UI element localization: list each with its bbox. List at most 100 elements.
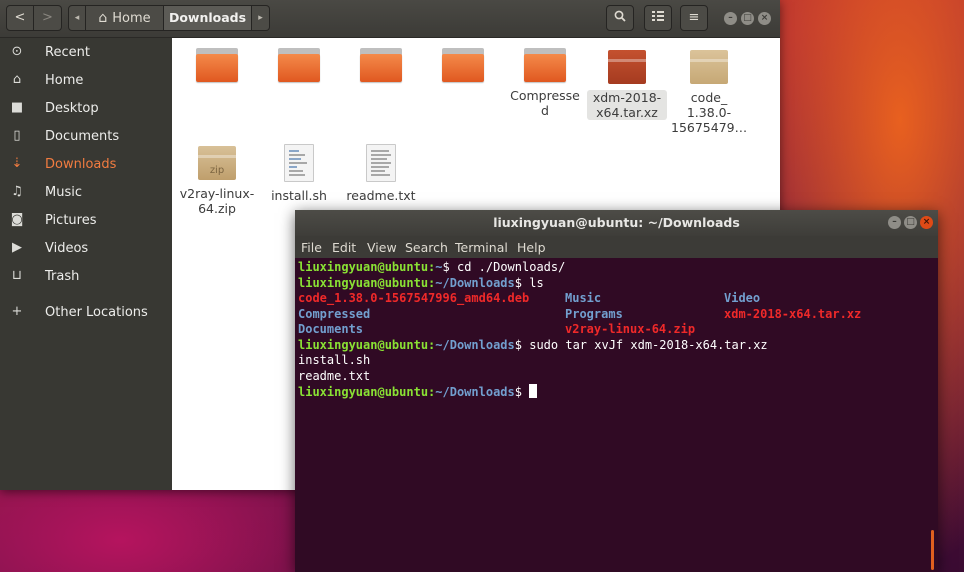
ls-entry: code_1.38.0-1567547996_amd64.deb — [298, 291, 530, 305]
ls-entry: xdm-2018-x64.tar.xz — [724, 306, 862, 321]
file-name: install.sh — [271, 188, 327, 203]
sidebar-item-label: Music — [45, 185, 82, 200]
file-item[interactable]: readme.txt — [341, 144, 421, 203]
prompt-command — [522, 385, 529, 399]
terminal-prompt-line: liuxingyuan@ubuntu:~/Downloads$ ls — [298, 276, 544, 292]
file-name: v2ray-linux- 64.zip — [179, 186, 255, 216]
prompt-dollar: $ — [442, 260, 450, 274]
prompt-command: cd ./Downloads/ — [449, 260, 566, 274]
places-sidebar: ⊙ Recent ⌂ Home ■ Desktop ▯ Documents ⇣ Downloads… — [0, 38, 172, 490]
file-item[interactable]: xdm-2018- x64.tar.xz — [587, 48, 667, 120]
sidebar-item-documents[interactable]: ▯ Documents — [0, 124, 172, 150]
terminal-menu-edit[interactable]: Edit — [332, 240, 356, 255]
sidebar-item-downloads[interactable]: ⇣ Downloads — [0, 152, 172, 178]
home-icon: ⌂ — [98, 10, 108, 26]
file-item[interactable]: code_ 1.38.0- 15675479… — [669, 48, 749, 135]
search-icon — [614, 10, 626, 25]
terminal-title: liuxingyuan@ubuntu: ~/Downloads – □ × — [295, 210, 938, 236]
minimize-button[interactable]: – — [724, 12, 737, 25]
prompt-dollar: $ — [514, 385, 522, 399]
trash-icon: ⊔ — [11, 268, 23, 283]
terminal-output[interactable]: liuxingyuan@ubuntu:~$ cd ./Downloads/liu… — [298, 260, 928, 570]
file-item[interactable] — [177, 48, 257, 88]
sidebar-item-label: Home — [45, 73, 84, 88]
prompt-command: sudo tar xvJf xdm-2018-x64.tar.xz — [522, 337, 768, 352]
file-manager-header: < > ◂ ⌂ Home Downloads ▸ ≡ – □ × — [0, 0, 780, 38]
camera-icon: ◙ — [10, 212, 24, 227]
view-options-button[interactable] — [644, 5, 672, 31]
path-current-button[interactable]: Downloads — [164, 5, 252, 31]
terminal-title-text: liuxingyuan@ubuntu: ~/Downloads — [493, 215, 740, 230]
ls-entry: Documents — [298, 322, 364, 336]
list-view-icon — [652, 11, 664, 24]
sidebar-item-music[interactable]: ♫ Music — [0, 180, 172, 206]
file-item[interactable] — [259, 48, 339, 88]
sidebar-item-desktop[interactable]: ■ Desktop — [0, 96, 172, 122]
terminal-menu-view[interactable]: View — [367, 240, 397, 255]
close-button[interactable]: × — [758, 12, 771, 25]
file-item[interactable] — [341, 48, 421, 88]
terminal-window: liuxingyuan@ubuntu: ~/Downloads – □ × Fi… — [295, 210, 938, 572]
sidebar-item-other-locations[interactable]: + Other Locations — [0, 300, 172, 326]
sidebar-item-recent[interactable]: ⊙ Recent — [0, 40, 172, 66]
archive-icon — [690, 48, 728, 84]
folder-icon — [442, 48, 484, 82]
download-icon: ⇣ — [11, 156, 23, 171]
file-name: Compresse d — [510, 88, 580, 118]
back-button[interactable]: < — [6, 5, 34, 31]
path-scroll-left-button[interactable]: ◂ — [68, 5, 86, 31]
forward-button[interactable]: > — [34, 5, 62, 31]
sidebar-item-trash[interactable]: ⊔ Trash — [0, 264, 172, 290]
folder-icon: ■ — [10, 100, 24, 115]
music-icon: ♫ — [11, 184, 23, 199]
prompt-path: ~ — [435, 260, 443, 274]
ls-entry: Music — [565, 291, 602, 305]
terminal-scrollbar[interactable] — [931, 530, 934, 570]
prompt-dollar: $ — [514, 337, 522, 352]
terminal-menu-file[interactable]: File — [301, 240, 322, 255]
ls-entry: Compressed — [298, 306, 371, 321]
prompt-user: liuxingyuan@ubuntu — [298, 275, 429, 290]
sidebar-item-label: Other Locations — [45, 305, 148, 320]
prompt-user: liuxingyuan@ubuntu — [298, 385, 429, 399]
sidebar-item-label: Recent — [45, 45, 90, 60]
search-button[interactable] — [606, 5, 634, 31]
terminal-menubar: File Edit View Search Terminal Help — [295, 236, 938, 258]
prompt-dollar: $ — [514, 275, 522, 290]
path-home-button[interactable]: ⌂ Home — [86, 5, 164, 31]
clock-icon: ⊙ — [11, 44, 23, 59]
sidebar-item-label: Documents — [45, 129, 120, 144]
sidebar-item-label: Videos — [45, 241, 89, 256]
file-item[interactable] — [423, 48, 503, 88]
terminal-minimize-button[interactable]: – — [888, 216, 901, 229]
file-item[interactable]: Compresse d — [505, 48, 585, 118]
menu-button[interactable]: ≡ — [680, 5, 708, 31]
terminal-close-button[interactable]: × — [920, 216, 933, 229]
prompt-user: liuxingyuan@ubuntu — [298, 260, 429, 274]
terminal-prompt-line: liuxingyuan@ubuntu:~$ cd ./Downloads/ — [298, 260, 565, 276]
path-home-label: Home — [112, 11, 151, 26]
folder-icon — [360, 48, 402, 82]
sidebar-item-label: Trash — [45, 269, 80, 284]
maximize-button[interactable]: □ — [741, 12, 754, 25]
terminal-menu-search[interactable]: Search — [405, 240, 448, 255]
terminal-menu-help[interactable]: Help — [517, 240, 546, 255]
sidebar-item-pictures[interactable]: ◙ Pictures — [0, 208, 172, 234]
video-icon: ▶ — [12, 240, 22, 255]
path-scroll-right-button[interactable]: ▸ — [252, 5, 270, 31]
home-icon: ⌂ — [12, 72, 22, 87]
file-item[interactable]: zip v2ray-linux- 64.zip — [177, 144, 257, 216]
sidebar-item-videos[interactable]: ▶ Videos — [0, 236, 172, 262]
sidebar-item-home[interactable]: ⌂ Home — [0, 68, 172, 94]
sidebar-item-label: Desktop — [45, 101, 99, 116]
terminal-prompt-line: liuxingyuan@ubuntu:~/Downloads$ sudo tar… — [298, 338, 768, 354]
file-name: readme.txt — [346, 188, 416, 203]
terminal-output-line: install.sh — [298, 353, 371, 367]
terminal-menu-terminal[interactable]: Terminal — [455, 240, 508, 255]
ls-entry: Video — [724, 291, 761, 305]
file-item[interactable]: install.sh — [259, 144, 339, 203]
terminal-maximize-button[interactable]: □ — [904, 216, 917, 229]
text-file-icon — [366, 144, 396, 182]
prompt-command: ls — [522, 275, 544, 290]
sidebar-item-label: Pictures — [45, 213, 97, 228]
